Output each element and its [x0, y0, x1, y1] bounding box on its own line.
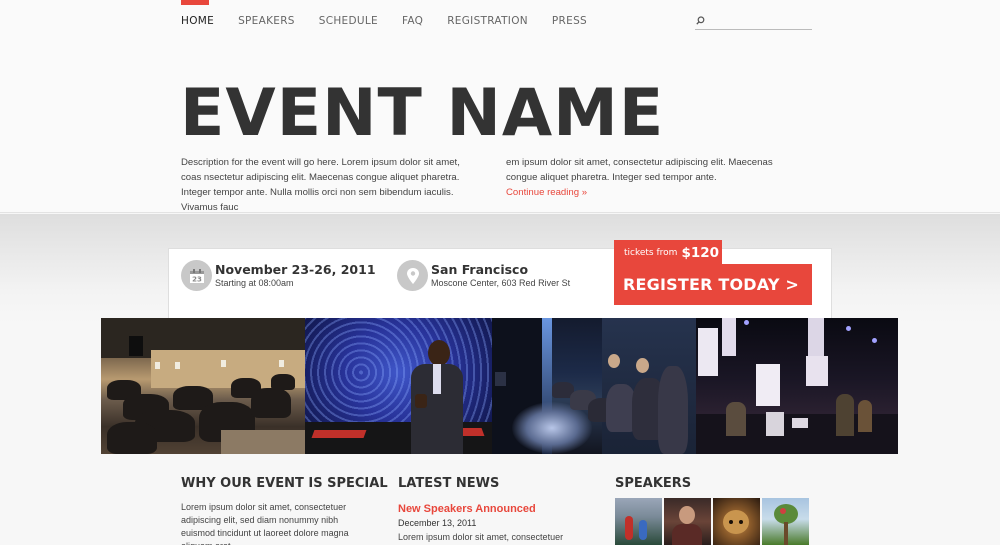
search-icon[interactable] [696, 16, 705, 25]
calendar-icon: 23 [181, 260, 212, 291]
nav-speakers[interactable]: SPEAKERS [238, 14, 295, 28]
event-venue: Moscone Center, 603 Red River St [431, 278, 571, 288]
stage-performance-photo[interactable] [696, 318, 898, 454]
event-date-main: November 23-26, 2011 [215, 262, 376, 277]
search-box [695, 14, 812, 30]
event-description: Description for the event will go here. … [181, 157, 460, 213]
news-item-title[interactable]: New Speakers Announced [398, 503, 536, 515]
speaker-photo-3[interactable] [713, 498, 760, 545]
nav-home[interactable]: HOME [181, 14, 214, 28]
speakers-heading: SPEAKERS [615, 476, 692, 491]
nav-registration[interactable]: REGISTRATION [447, 14, 528, 28]
speaker-photo-4[interactable] [762, 498, 809, 545]
tickets-label: tickets from [624, 247, 678, 258]
news-item-date: December 13, 2011 [398, 518, 477, 528]
nav-press[interactable]: PRESS [552, 14, 587, 28]
special-heading: WHY OUR EVENT IS SPECIAL [181, 476, 388, 491]
register-button[interactable]: REGISTER TODAY > [614, 264, 812, 305]
map-pin-icon [397, 260, 428, 291]
event-date-sub: Starting at 08:00am [215, 278, 294, 288]
svg-text:23: 23 [192, 275, 202, 283]
special-text: Lorem ipsum dolor sit amet, consectetuer… [181, 502, 349, 545]
news-item-text: Lorem ipsum dolor sit amet, consectetuer… [398, 532, 564, 542]
nav-schedule[interactable]: SCHEDULE [319, 14, 378, 28]
photo-strip [101, 318, 898, 454]
speaker-on-stage-photo[interactable] [305, 318, 492, 454]
main-nav: HOME SPEAKERS SCHEDULE FAQ REGISTRATION … [181, 14, 611, 28]
event-city: San Francisco [431, 262, 529, 277]
event-description-continued: em ipsum dolor sit amet, consectetur adi… [506, 155, 806, 200]
speaker-photo-1[interactable] [615, 498, 662, 545]
search-input[interactable] [707, 14, 811, 28]
news-heading: LATEST NEWS [398, 476, 500, 491]
continue-reading-link[interactable]: Continue reading » [506, 187, 587, 198]
nav-faq[interactable]: FAQ [402, 14, 423, 28]
speaker-photo-2[interactable] [664, 498, 711, 545]
conference-audience-photo[interactable] [101, 318, 305, 454]
tickets-price-tag: tickets from $120 [614, 240, 722, 265]
event-title: EVENT NAME [180, 76, 665, 151]
event-date: 23 November 23-26, 2011 Starting at 08:0… [181, 260, 376, 291]
event-description-text: em ipsum dolor sit amet, consectetur adi… [506, 157, 773, 183]
nav-active-indicator [181, 0, 209, 5]
seated-audience-photo[interactable] [492, 318, 696, 454]
event-location: San Francisco Moscone Center, 603 Red Ri… [397, 260, 570, 291]
tickets-price: $120 [681, 244, 720, 261]
